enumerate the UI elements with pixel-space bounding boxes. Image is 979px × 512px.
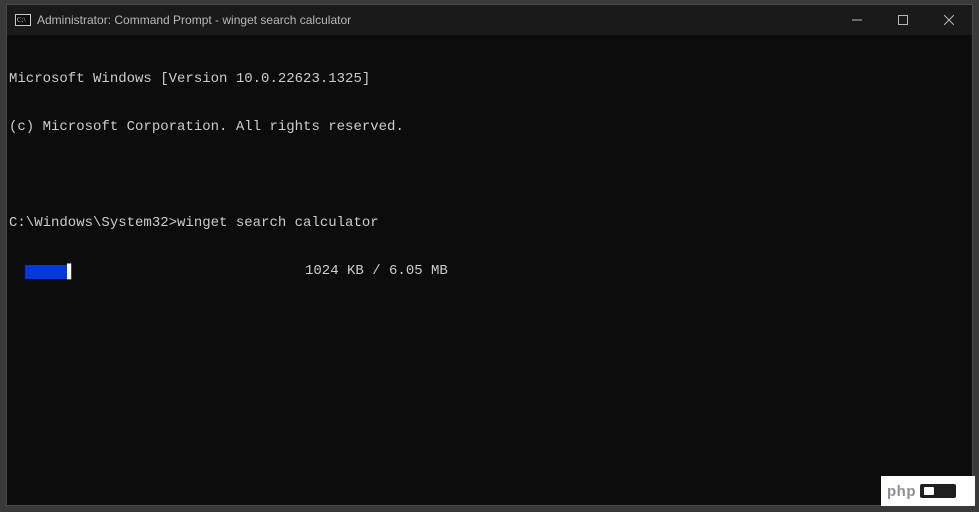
watermark-pill-icon	[920, 484, 956, 498]
progress-text: 1024 KB / 6.05 MB	[305, 263, 448, 279]
cmd-icon: C:\	[15, 12, 31, 28]
watermark-label: php	[887, 483, 916, 500]
prompt-line: C:\Windows\System32>winget search calcul…	[9, 215, 970, 231]
copyright-line: (c) Microsoft Corporation. All rights re…	[9, 119, 970, 135]
minimize-button[interactable]	[834, 5, 880, 35]
prompt-command: winget search calculator	[177, 215, 379, 231]
php-watermark: php	[881, 476, 975, 506]
maximize-button[interactable]	[880, 5, 926, 35]
version-line: Microsoft Windows [Version 10.0.22623.13…	[9, 71, 970, 87]
terminal-output[interactable]: Microsoft Windows [Version 10.0.22623.13…	[7, 35, 972, 505]
close-button[interactable]	[926, 5, 972, 35]
prompt-path: C:\Windows\System32>	[9, 215, 177, 231]
window-title: Administrator: Command Prompt - winget s…	[37, 13, 351, 27]
svg-text:C:\: C:\	[17, 16, 26, 24]
progress-bar: ▌	[25, 264, 281, 278]
progress-marker-icon: ▌	[67, 264, 75, 278]
titlebar[interactable]: C:\ Administrator: Command Prompt - wing…	[7, 5, 972, 35]
progress-bar-fill	[25, 265, 67, 279]
blank-line	[9, 167, 970, 183]
download-progress-row: ▌ 1024 KB / 6.05 MB	[9, 263, 970, 279]
command-prompt-window: C:\ Administrator: Command Prompt - wing…	[6, 4, 973, 506]
